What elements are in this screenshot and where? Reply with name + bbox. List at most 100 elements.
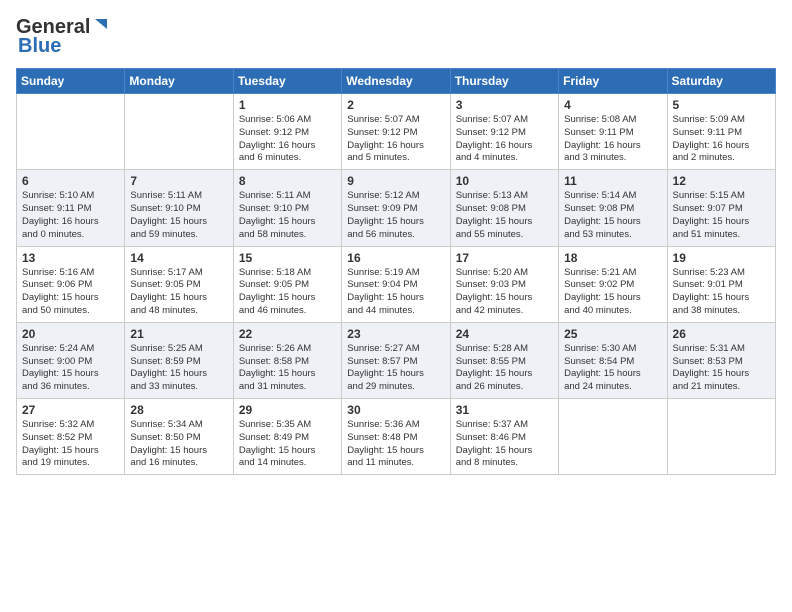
day-info: Sunrise: 5:15 AM Sunset: 9:07 PM Dayligh… (673, 190, 770, 241)
day-info: Sunrise: 5:14 AM Sunset: 9:08 PM Dayligh… (564, 190, 661, 241)
day-number: 29 (239, 403, 336, 417)
day-info: Sunrise: 5:19 AM Sunset: 9:04 PM Dayligh… (347, 267, 444, 318)
day-number: 20 (22, 327, 119, 341)
day-number: 26 (673, 327, 770, 341)
calendar-day-cell: 21 Sunrise: 5:25 AM Sunset: 8:59 PM Dayli… (125, 322, 233, 398)
calendar-day-cell: 18 Sunrise: 5:21 AM Sunset: 9:02 PM Dayli… (559, 246, 667, 322)
calendar-week-row: 6 Sunrise: 5:10 AM Sunset: 9:11 PM Daylig… (17, 170, 776, 246)
calendar-day-cell: 5 Sunrise: 5:09 AM Sunset: 9:11 PM Daylig… (667, 94, 775, 170)
weekday-header: Saturday (667, 69, 775, 94)
day-number: 4 (564, 98, 661, 112)
calendar-empty-cell (667, 399, 775, 475)
calendar-day-cell: 11 Sunrise: 5:14 AM Sunset: 9:08 PM Dayli… (559, 170, 667, 246)
day-number: 31 (456, 403, 553, 417)
logo: General Blue (16, 16, 109, 58)
weekday-header: Wednesday (342, 69, 450, 94)
day-info: Sunrise: 5:10 AM Sunset: 9:11 PM Dayligh… (22, 190, 119, 241)
day-info: Sunrise: 5:23 AM Sunset: 9:01 PM Dayligh… (673, 267, 770, 318)
day-number: 14 (130, 251, 227, 265)
calendar-week-row: 20 Sunrise: 5:24 AM Sunset: 9:00 PM Dayli… (17, 322, 776, 398)
calendar-week-row: 13 Sunrise: 5:16 AM Sunset: 9:06 PM Dayli… (17, 246, 776, 322)
day-number: 9 (347, 174, 444, 188)
day-info: Sunrise: 5:35 AM Sunset: 8:49 PM Dayligh… (239, 419, 336, 470)
day-info: Sunrise: 5:27 AM Sunset: 8:57 PM Dayligh… (347, 343, 444, 394)
day-info: Sunrise: 5:28 AM Sunset: 8:55 PM Dayligh… (456, 343, 553, 394)
calendar-day-cell: 12 Sunrise: 5:15 AM Sunset: 9:07 PM Dayli… (667, 170, 775, 246)
calendar-day-cell: 25 Sunrise: 5:30 AM Sunset: 8:54 PM Dayli… (559, 322, 667, 398)
logo-blue: Blue (18, 35, 61, 58)
calendar-header-row: SundayMondayTuesdayWednesdayThursdayFrid… (17, 69, 776, 94)
day-number: 12 (673, 174, 770, 188)
calendar-day-cell: 19 Sunrise: 5:23 AM Sunset: 9:01 PM Dayli… (667, 246, 775, 322)
day-info: Sunrise: 5:36 AM Sunset: 8:48 PM Dayligh… (347, 419, 444, 470)
calendar-day-cell: 1 Sunrise: 5:06 AM Sunset: 9:12 PM Daylig… (233, 94, 341, 170)
day-info: Sunrise: 5:26 AM Sunset: 8:58 PM Dayligh… (239, 343, 336, 394)
day-info: Sunrise: 5:09 AM Sunset: 9:11 PM Dayligh… (673, 114, 770, 165)
day-info: Sunrise: 5:06 AM Sunset: 9:12 PM Dayligh… (239, 114, 336, 165)
day-number: 21 (130, 327, 227, 341)
weekday-header: Sunday (17, 69, 125, 94)
calendar-day-cell: 16Sunrise: 5:19 AM Sunset: 9:04 PM Dayli… (342, 246, 450, 322)
calendar-empty-cell (17, 94, 125, 170)
calendar-week-row: 1 Sunrise: 5:06 AM Sunset: 9:12 PM Daylig… (17, 94, 776, 170)
calendar-day-cell: 9 Sunrise: 5:12 AM Sunset: 9:09 PM Daylig… (342, 170, 450, 246)
weekday-header: Monday (125, 69, 233, 94)
day-info: Sunrise: 5:07 AM Sunset: 9:12 PM Dayligh… (347, 114, 444, 165)
day-number: 19 (673, 251, 770, 265)
calendar-day-cell: 23Sunrise: 5:27 AM Sunset: 8:57 PM Dayli… (342, 322, 450, 398)
day-info: Sunrise: 5:24 AM Sunset: 9:00 PM Dayligh… (22, 343, 119, 394)
day-info: Sunrise: 5:12 AM Sunset: 9:09 PM Dayligh… (347, 190, 444, 241)
day-info: Sunrise: 5:32 AM Sunset: 8:52 PM Dayligh… (22, 419, 119, 470)
calendar-day-cell: 24 Sunrise: 5:28 AM Sunset: 8:55 PM Dayli… (450, 322, 558, 398)
page-header: General Blue (16, 16, 776, 58)
calendar-day-cell: 30 Sunrise: 5:36 AM Sunset: 8:48 PM Dayli… (342, 399, 450, 475)
calendar-day-cell: 10 Sunrise: 5:13 AM Sunset: 9:08 PM Dayli… (450, 170, 558, 246)
day-number: 24 (456, 327, 553, 341)
day-info: Sunrise: 5:08 AM Sunset: 9:11 PM Dayligh… (564, 114, 661, 165)
calendar-day-cell: 31Sunrise: 5:37 AM Sunset: 8:46 PM Dayli… (450, 399, 558, 475)
calendar-empty-cell (559, 399, 667, 475)
calendar-day-cell: 6 Sunrise: 5:10 AM Sunset: 9:11 PM Daylig… (17, 170, 125, 246)
day-number: 25 (564, 327, 661, 341)
weekday-header: Tuesday (233, 69, 341, 94)
day-info: Sunrise: 5:17 AM Sunset: 9:05 PM Dayligh… (130, 267, 227, 318)
calendar-table: SundayMondayTuesdayWednesdayThursdayFrid… (16, 68, 776, 475)
calendar-day-cell: 7 Sunrise: 5:11 AM Sunset: 9:10 PM Daylig… (125, 170, 233, 246)
day-info: Sunrise: 5:13 AM Sunset: 9:08 PM Dayligh… (456, 190, 553, 241)
calendar-day-cell: 26 Sunrise: 5:31 AM Sunset: 8:53 PM Dayli… (667, 322, 775, 398)
calendar-week-row: 27 Sunrise: 5:32 AM Sunset: 8:52 PM Dayli… (17, 399, 776, 475)
day-number: 27 (22, 403, 119, 417)
day-info: Sunrise: 5:11 AM Sunset: 9:10 PM Dayligh… (239, 190, 336, 241)
weekday-header: Friday (559, 69, 667, 94)
day-number: 6 (22, 174, 119, 188)
day-number: 2 (347, 98, 444, 112)
weekday-header: Thursday (450, 69, 558, 94)
day-info: Sunrise: 5:25 AM Sunset: 8:59 PM Dayligh… (130, 343, 227, 394)
day-number: 7 (130, 174, 227, 188)
day-number: 15 (239, 251, 336, 265)
calendar-day-cell: 27 Sunrise: 5:32 AM Sunset: 8:52 PM Dayli… (17, 399, 125, 475)
day-info: Sunrise: 5:16 AM Sunset: 9:06 PM Dayligh… (22, 267, 119, 318)
day-info: Sunrise: 5:34 AM Sunset: 8:50 PM Dayligh… (130, 419, 227, 470)
calendar-day-cell: 2 Sunrise: 5:07 AM Sunset: 9:12 PM Daylig… (342, 94, 450, 170)
day-info: Sunrise: 5:30 AM Sunset: 8:54 PM Dayligh… (564, 343, 661, 394)
day-number: 17 (456, 251, 553, 265)
calendar-day-cell: 28Sunrise: 5:34 AM Sunset: 8:50 PM Dayli… (125, 399, 233, 475)
day-number: 13 (22, 251, 119, 265)
calendar-empty-cell (125, 94, 233, 170)
calendar-day-cell: 17Sunrise: 5:20 AM Sunset: 9:03 PM Dayli… (450, 246, 558, 322)
day-info: Sunrise: 5:31 AM Sunset: 8:53 PM Dayligh… (673, 343, 770, 394)
day-number: 10 (456, 174, 553, 188)
logo-triangle-icon (91, 17, 109, 35)
day-info: Sunrise: 5:11 AM Sunset: 9:10 PM Dayligh… (130, 190, 227, 241)
calendar-day-cell: 15Sunrise: 5:18 AM Sunset: 9:05 PM Dayli… (233, 246, 341, 322)
day-number: 18 (564, 251, 661, 265)
calendar-day-cell: 8 Sunrise: 5:11 AM Sunset: 9:10 PM Daylig… (233, 170, 341, 246)
day-number: 30 (347, 403, 444, 417)
day-number: 5 (673, 98, 770, 112)
calendar-day-cell: 3Sunrise: 5:07 AM Sunset: 9:12 PM Daylig… (450, 94, 558, 170)
day-number: 8 (239, 174, 336, 188)
day-number: 11 (564, 174, 661, 188)
day-number: 1 (239, 98, 336, 112)
day-info: Sunrise: 5:21 AM Sunset: 9:02 PM Dayligh… (564, 267, 661, 318)
